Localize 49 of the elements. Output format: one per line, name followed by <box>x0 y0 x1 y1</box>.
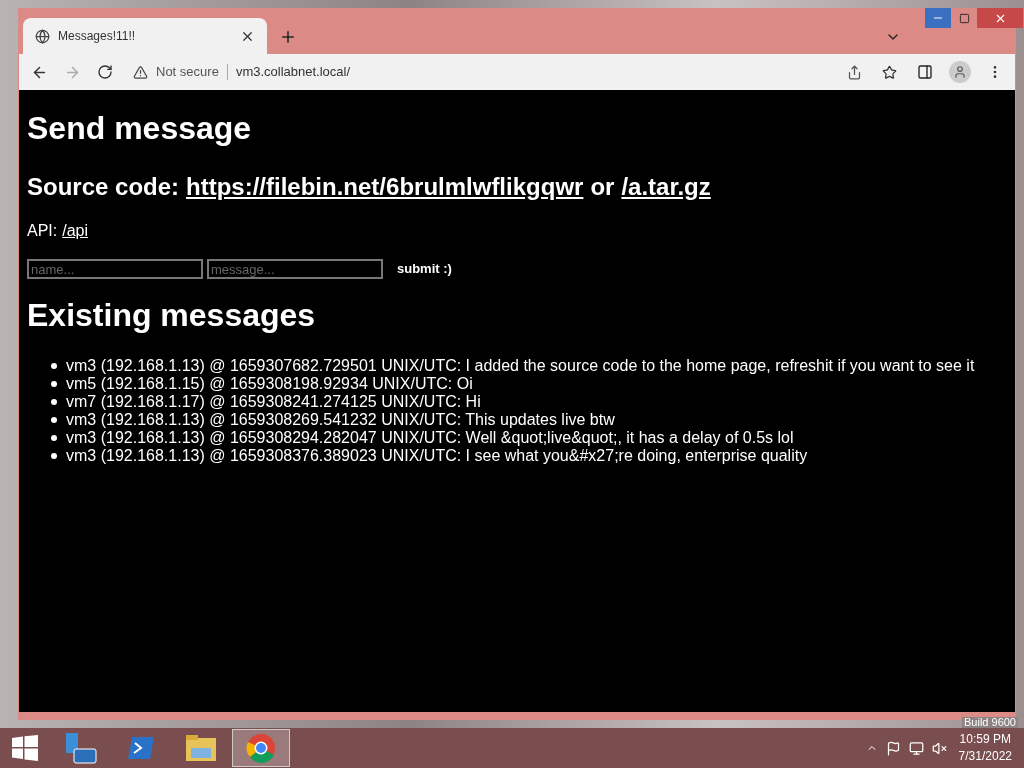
separator-text: or <box>590 175 615 199</box>
server-manager-icon <box>64 731 98 765</box>
bullet-icon <box>51 453 57 459</box>
api-label: API: <box>27 221 58 241</box>
globe-icon <box>35 28 50 44</box>
page-heading: Send message <box>27 112 253 144</box>
message-text: vm3 (192.168.1.13) @ 1659307682.729501 UNIX/UTC: I added the source code to the home page, refreshit if you want to see it <box>66 356 975 376</box>
bullet-icon <box>51 399 57 405</box>
muted-speaker-icon[interactable] <box>931 740 947 756</box>
message-text: vm3 (192.168.1.13) @ 1659308269.541232 UNIX/UTC: This updates live btw <box>66 410 615 430</box>
clock-time: 10:59 PM <box>959 731 1011 748</box>
bullet-icon <box>51 417 57 423</box>
terminal-icon <box>126 735 156 761</box>
url-text: vm3.collabnet.local/ <box>235 63 351 82</box>
clock[interactable]: 10:59 PM 7/31/2022 <box>958 731 1024 765</box>
bullet-icon <box>51 363 57 369</box>
api-link[interactable]: /api <box>62 219 89 243</box>
browser-tab[interactable]: Messages!11!! <box>23 18 267 54</box>
archive-link[interactable]: /a.tar.gz <box>621 175 711 199</box>
bullet-icon <box>51 381 57 387</box>
maximize-icon <box>958 12 970 24</box>
person-icon <box>953 65 967 79</box>
message-text: vm3 (192.168.1.13) @ 1659308376.389023 UNIX/UTC: I see what you&#x27;re doing, enterprise quality <box>66 446 808 466</box>
side-panel-icon[interactable] <box>917 64 933 80</box>
message-text: vm3 (192.168.1.13) @ 1659308294.282047 UNIX/UTC: Well &quot;live&quot;, it has a delay of 0.5s lol <box>66 428 794 448</box>
share-icon[interactable] <box>847 64 862 80</box>
bullet-icon <box>51 435 57 441</box>
build-text: Build 9600 <box>962 717 1018 728</box>
source-link[interactable]: https://filebin.net/6brulmlwflikgqwr <box>186 175 584 199</box>
browser-icon <box>246 733 276 763</box>
network-icon[interactable] <box>908 740 924 756</box>
new-tab-icon[interactable] <box>279 28 297 46</box>
profile-avatar[interactable] <box>949 61 971 83</box>
reload-icon[interactable] <box>97 64 113 80</box>
folder-icon <box>185 734 217 762</box>
clock-date: 7/31/2022 <box>958 748 1012 765</box>
tab-title: Messages!11!! <box>58 28 137 45</box>
flag-icon[interactable] <box>885 740 901 756</box>
source-code-label: Source code: <box>27 175 180 199</box>
message-input[interactable]: message... <box>207 259 383 279</box>
message-text: vm7 (192.168.1.17) @ 1659308241.274125 UNIX/UTC: Hi <box>66 392 481 412</box>
section-heading: Existing messages <box>27 299 317 331</box>
bookmark-star-icon[interactable] <box>882 64 897 80</box>
taskbar-app-button[interactable] <box>232 729 290 767</box>
message-text: vm5 (192.168.1.15) @ 1659308198.92934 UNIX/UTC: Oi <box>66 374 473 394</box>
name-input[interactable]: name... <box>27 259 203 279</box>
warning-icon <box>133 64 148 80</box>
windows-logo-icon <box>12 735 38 761</box>
security-label: Not secure <box>156 63 219 82</box>
